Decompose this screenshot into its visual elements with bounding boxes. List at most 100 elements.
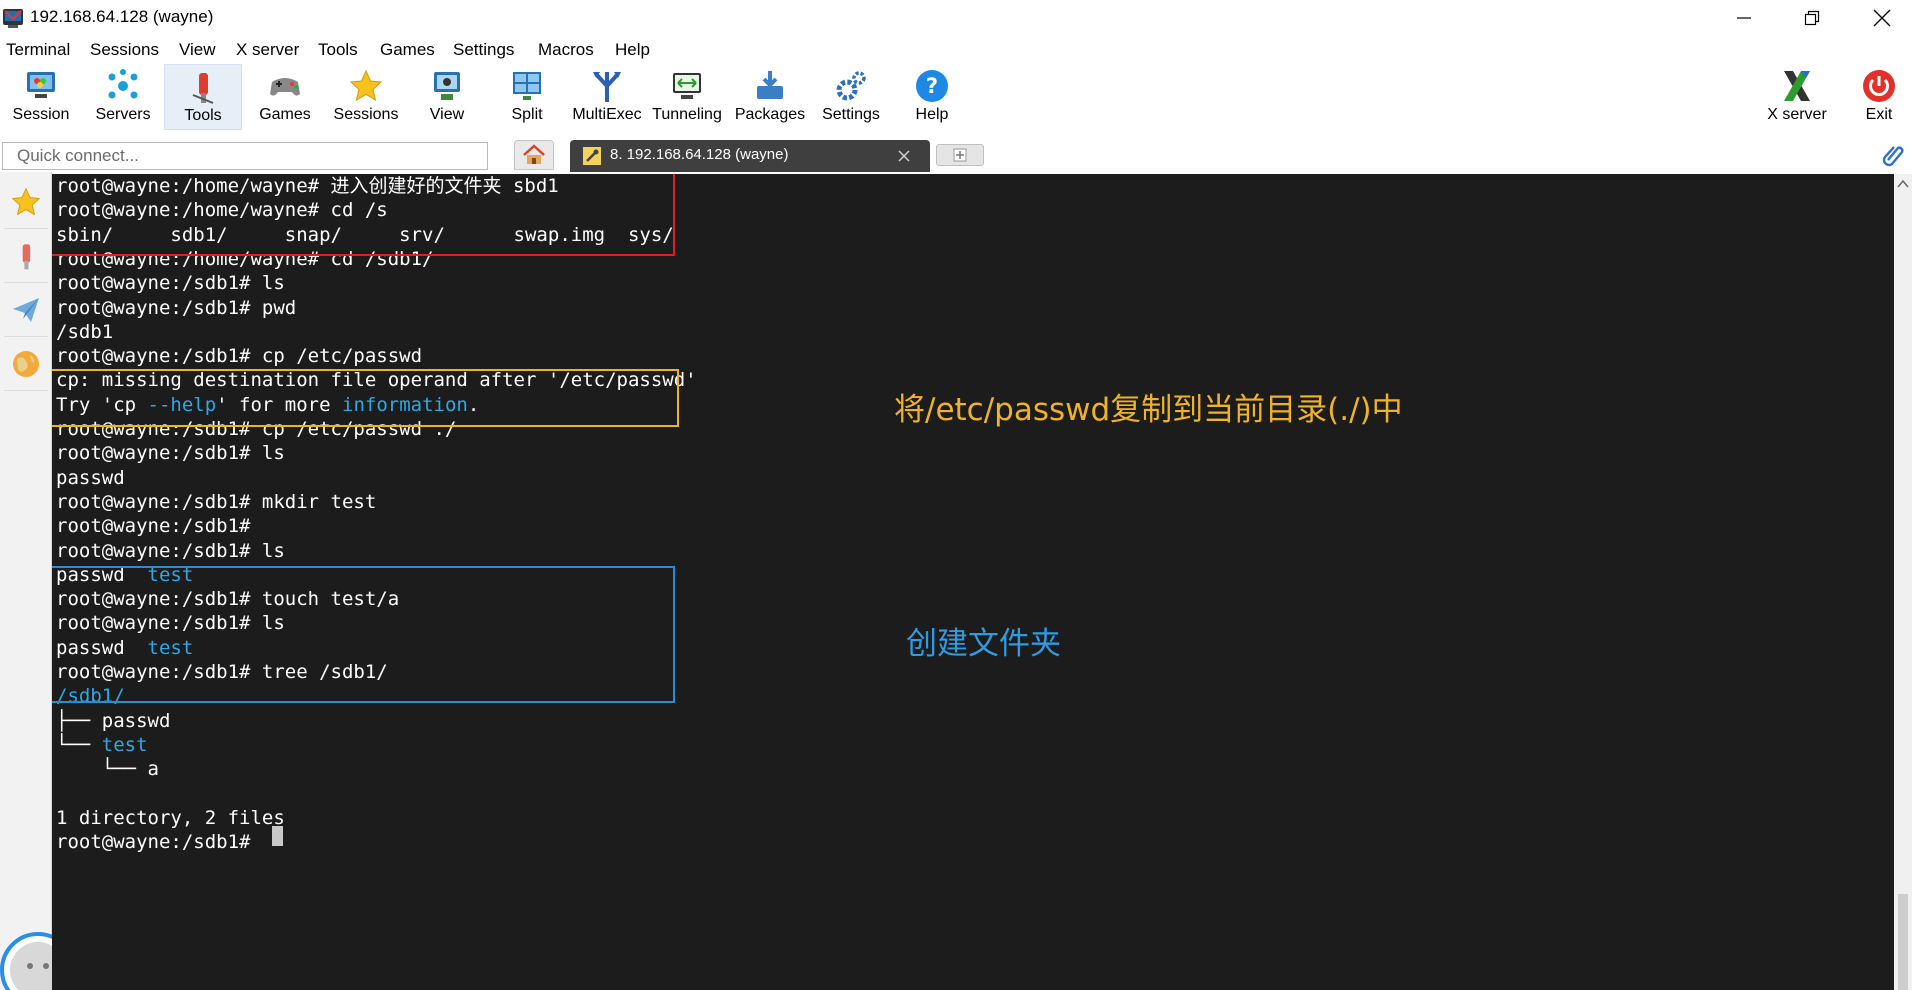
- terminal-text: passwd: [56, 466, 125, 489]
- view-button[interactable]: View: [408, 64, 486, 130]
- x-server-label: X server: [1767, 106, 1827, 123]
- globe-icon: [13, 351, 39, 377]
- menu-view[interactable]: View: [179, 40, 216, 60]
- tab-bar: 8. 192.168.64.128 (wayne): [0, 138, 1912, 172]
- toolbar: Session Servers Tools Games Sessions Vie…: [0, 64, 1912, 134]
- terminal-text: root@wayne:/sdb1# cp /etc/passwd: [56, 345, 423, 368]
- session-label: Session: [12, 106, 70, 123]
- home-tab[interactable]: [514, 140, 554, 170]
- window-title: 192.168.64.128 (wayne): [30, 7, 214, 26]
- exit-icon: [1863, 70, 1895, 102]
- highlight-box-yellow: [52, 369, 679, 427]
- terminal-line: root@wayne:/sdb1# ls: [56, 441, 285, 465]
- terminal-line: 1 directory, 2 files: [56, 806, 285, 830]
- x-server-button[interactable]: X server: [1758, 64, 1836, 130]
- title-bar: 192.168.64.128 (wayne): [0, 0, 1912, 36]
- plus-icon: [953, 148, 967, 162]
- packages-button[interactable]: Packages: [731, 64, 809, 130]
- settings-button[interactable]: Settings: [812, 64, 890, 130]
- menu-help[interactable]: Help: [615, 40, 650, 60]
- multiexec-icon: [593, 72, 621, 102]
- split-button[interactable]: Split: [488, 64, 566, 130]
- tunneling-button[interactable]: Tunneling: [648, 64, 726, 130]
- terminal-scrollbar[interactable]: [1894, 174, 1912, 990]
- tools-icon: [22, 244, 31, 270]
- packages-label: Packages: [734, 106, 806, 123]
- restore-icon: [1804, 10, 1820, 26]
- terminal-text: root@wayne:/sdb1# ls: [56, 539, 285, 562]
- new-tab-button[interactable]: [936, 144, 984, 166]
- session-button[interactable]: Session: [2, 64, 80, 130]
- terminal-text: ├── passwd: [56, 709, 171, 732]
- menu-games[interactable]: Games: [380, 40, 435, 60]
- terminal-text: └── a: [56, 758, 159, 781]
- tunneling-label: Tunneling: [652, 106, 722, 123]
- terminal-text: └──: [56, 733, 102, 756]
- menu-tools[interactable]: Tools: [318, 40, 358, 60]
- terminal-output[interactable]: root@wayne:/home/wayne# 进入创建好的文件夹 sbd1 ro…: [52, 174, 1894, 990]
- sidebar-macros-button[interactable]: [4, 284, 48, 337]
- help-icon: ?: [916, 70, 948, 102]
- terminal-text: root@wayne:/sdb1# ls: [56, 272, 285, 295]
- games-button[interactable]: Games: [246, 64, 324, 130]
- games-icon: [270, 78, 300, 96]
- terminal-text: /sdb1: [56, 320, 114, 343]
- menu-terminal[interactable]: Terminal: [6, 40, 70, 60]
- app-icon: [3, 9, 23, 28]
- help-label: Help: [915, 106, 949, 123]
- svg-text:?: ?: [926, 74, 938, 98]
- minimize-button[interactable]: [1714, 0, 1774, 36]
- session-icon: [27, 72, 55, 98]
- home-icon: [523, 144, 545, 164]
- menu-macros[interactable]: Macros: [538, 40, 594, 60]
- games-label: Games: [259, 106, 311, 123]
- terminal-line: passwd: [56, 466, 125, 490]
- packages-icon: [757, 71, 783, 99]
- tunneling-icon: [673, 73, 701, 99]
- attachment-icon[interactable]: [1880, 142, 1906, 168]
- menu-settings[interactable]: Settings: [453, 40, 514, 60]
- ssh-session-icon: [583, 147, 601, 165]
- quick-connect-input[interactable]: [2, 142, 488, 170]
- terminal-line: /sdb1: [56, 320, 113, 344]
- sidebar-sessions-button[interactable]: [4, 176, 48, 229]
- split-icon: [513, 72, 541, 100]
- sidebar-tools-button[interactable]: [4, 230, 48, 283]
- terminal-text: root@wayne:/sdb1#: [56, 831, 262, 854]
- highlight-box-blue: [52, 566, 675, 703]
- menu-bar: Terminal Sessions View X server Tools Ga…: [0, 36, 1912, 64]
- sidebar-network-button[interactable]: [4, 338, 48, 391]
- multiexec-button[interactable]: MultiExec: [568, 64, 646, 130]
- terminal-line: └── a: [56, 757, 159, 781]
- scrollbar-thumb[interactable]: [1898, 894, 1908, 990]
- view-label: View: [429, 106, 465, 123]
- exit-button[interactable]: Exit: [1840, 64, 1912, 130]
- minimize-icon: [1737, 17, 1751, 19]
- help-button[interactable]: ? Help: [893, 64, 971, 130]
- terminal-line: root@wayne:/sdb1# ls: [56, 539, 285, 563]
- terminal-line: root@wayne:/sdb1# ls: [56, 271, 285, 295]
- terminal-line: └── test: [56, 733, 148, 757]
- terminal-line: root@wayne:/sdb1# pwd: [56, 296, 296, 320]
- sessions-label: Sessions: [333, 106, 399, 123]
- terminal-line: root@wayne:/sdb1#: [56, 514, 250, 538]
- tools-button[interactable]: Tools: [164, 64, 242, 130]
- restore-button[interactable]: [1782, 0, 1842, 36]
- terminal-text: root@wayne:/sdb1# pwd: [56, 296, 297, 319]
- star-icon: [11, 187, 41, 216]
- terminal-text: root@wayne:/sdb1# mkdir test: [56, 490, 377, 513]
- sessions-button[interactable]: Sessions: [327, 64, 405, 130]
- close-window-button[interactable]: [1852, 0, 1912, 36]
- menu-x-server[interactable]: X server: [236, 40, 299, 60]
- terminal-text: 1 directory, 2 files: [56, 806, 285, 829]
- servers-icon: [108, 69, 138, 99]
- scroll-up-icon[interactable]: [1894, 176, 1912, 192]
- servers-button[interactable]: Servers: [84, 64, 162, 130]
- tab-session-label: 8. 192.168.64.128 (wayne): [610, 146, 789, 163]
- tab-session[interactable]: 8. 192.168.64.128 (wayne): [570, 140, 930, 172]
- close-tab-icon[interactable]: [898, 150, 910, 162]
- close-icon: [1873, 9, 1891, 27]
- annotation-folder-note: 创建文件夹: [906, 626, 1061, 662]
- exit-label: Exit: [1865, 106, 1893, 123]
- menu-sessions[interactable]: Sessions: [90, 40, 159, 60]
